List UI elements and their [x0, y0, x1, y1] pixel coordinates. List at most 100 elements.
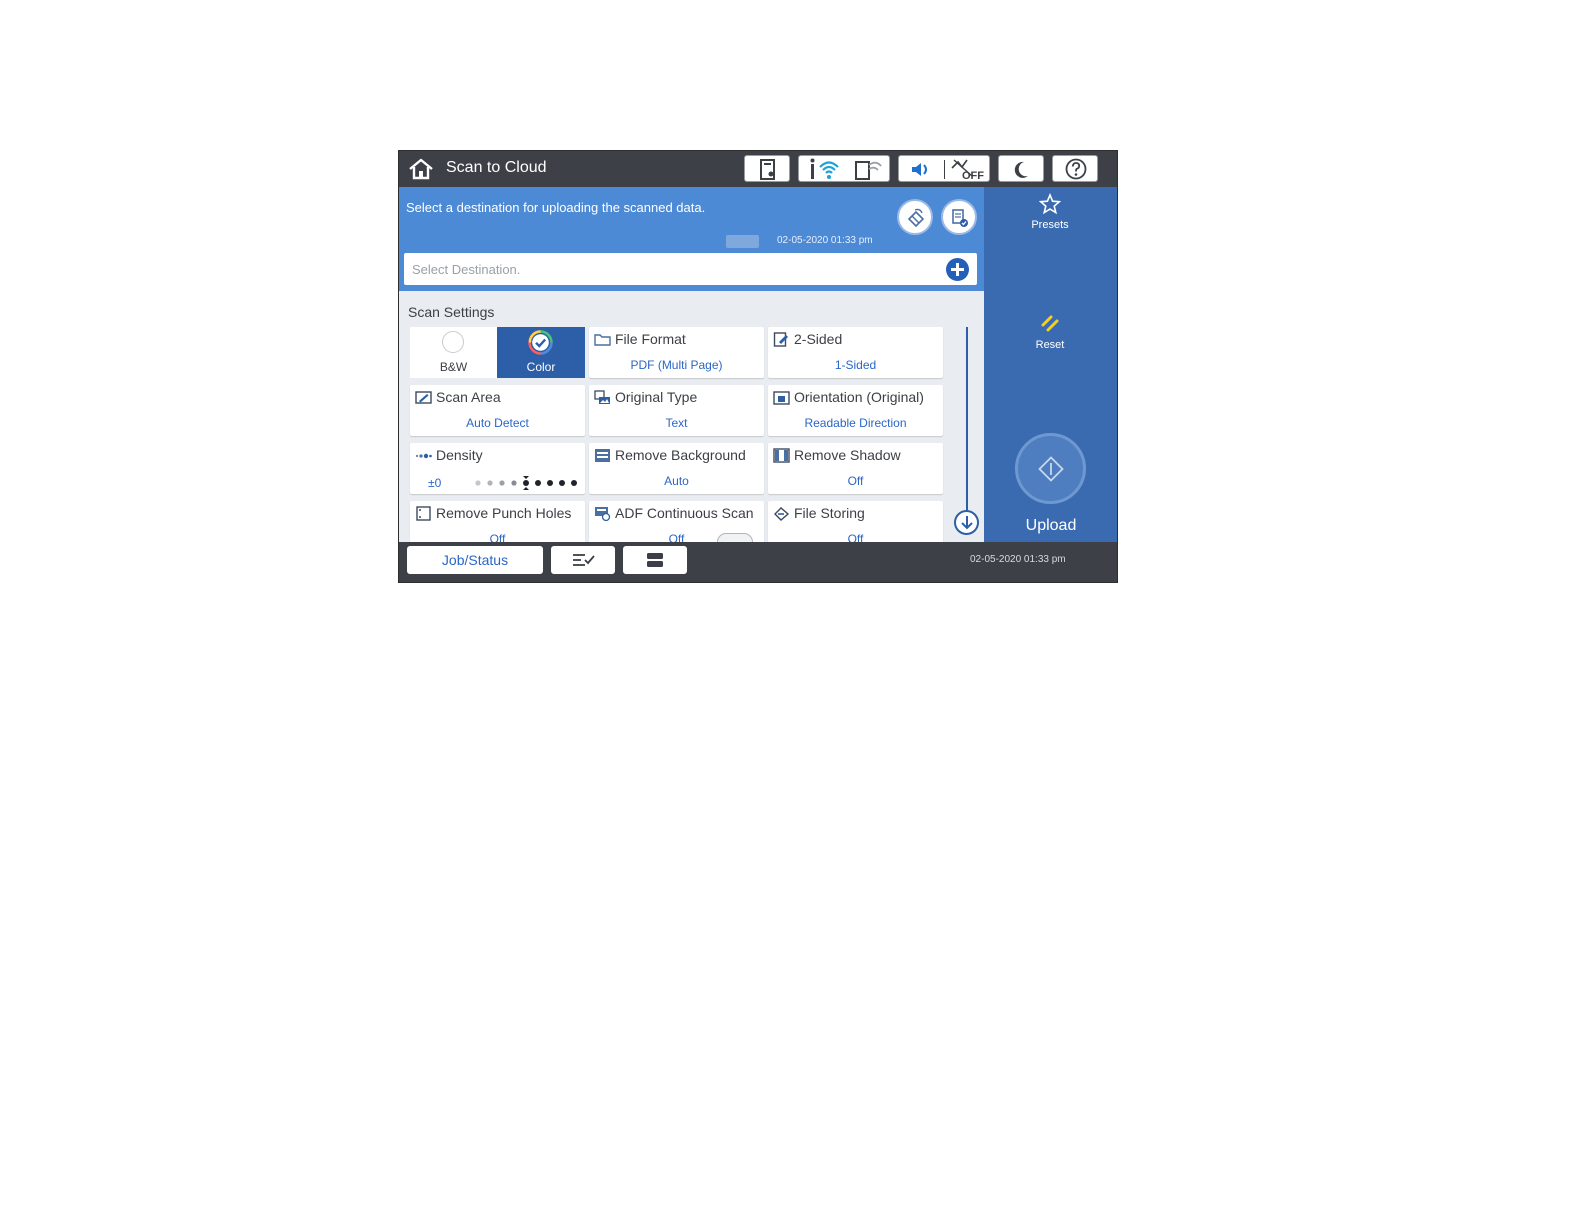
scan-settings-panel: Scan Settings B&W Color File Format PDF …	[399, 291, 984, 542]
punch-holes-icon	[416, 506, 431, 521]
tile-label: Orientation (Original)	[794, 389, 924, 405]
reset-button[interactable]: Reset	[1014, 311, 1086, 355]
orientation-tile[interactable]: Orientation (Original) Readable Directio…	[768, 385, 943, 436]
scroll-down-button[interactable]	[954, 510, 979, 535]
tile-value: PDF (Multi Page)	[630, 358, 723, 372]
density-dot	[571, 480, 577, 486]
star-icon	[1039, 193, 1061, 215]
cloud-scan-icon	[907, 208, 925, 228]
job-list-icon	[573, 554, 595, 566]
tile-value: Auto Detect	[466, 416, 529, 430]
color-option[interactable]: Color	[497, 327, 585, 378]
scrollbar[interactable]	[966, 327, 968, 515]
density-icon	[415, 453, 432, 459]
original-type-icon	[594, 390, 610, 404]
remove-background-tile[interactable]: Remove Background Auto	[589, 443, 764, 494]
header-datetime: 02-05-2020 01:33 pm	[777, 235, 873, 246]
job-list-button[interactable]	[551, 546, 615, 574]
density-dot	[559, 480, 565, 486]
sleep-button[interactable]	[998, 155, 1044, 182]
top-bar: Scan to Cloud OFF	[399, 151, 1117, 187]
destination-placeholder: Select Destination.	[412, 262, 521, 277]
density-dot	[487, 480, 493, 486]
radio-icon	[442, 331, 464, 353]
remove-shadow-tile[interactable]: Remove Shadow Off	[768, 443, 943, 494]
help-button[interactable]	[1052, 155, 1098, 182]
presets-button[interactable]: Presets	[1014, 191, 1086, 235]
remove-background-icon	[595, 449, 610, 462]
svg-text:OFF: OFF	[962, 170, 984, 181]
two-sided-tile[interactable]: 2-Sided 1-Sided	[768, 327, 943, 378]
adf-toggle-switch[interactable]	[717, 533, 753, 542]
sound-quiet-button[interactable]: OFF	[898, 155, 990, 182]
sound-icon	[912, 163, 927, 176]
document-history-button[interactable]	[941, 199, 977, 235]
density-dot	[475, 480, 481, 486]
tile-label: Remove Background	[615, 447, 746, 463]
adf-icon	[595, 507, 611, 521]
quiet-mode-off-icon: OFF	[951, 159, 984, 181]
printer-screen: Scan to Cloud OFF Select a destination f…	[398, 150, 1118, 583]
tile-label: File Storing	[794, 505, 865, 521]
home-button[interactable]	[407, 157, 435, 181]
action-panel: Presets Reset Upload	[984, 187, 1117, 542]
remove-punch-holes-tile[interactable]: Remove Punch Holes Off	[410, 501, 585, 542]
destination-field[interactable]: Select Destination.	[404, 253, 977, 285]
tile-label: Scan Area	[436, 389, 501, 405]
instruction-text: Select a destination for uploading the s…	[406, 200, 706, 215]
tile-label: Remove Shadow	[794, 447, 901, 463]
file-format-tile[interactable]: File Format PDF (Multi Page)	[589, 327, 764, 378]
tile-label: Original Type	[615, 389, 698, 405]
file-storing-icon	[774, 507, 790, 521]
sleep-icon	[1014, 161, 1028, 178]
network-status-button[interactable]	[798, 155, 890, 182]
two-sided-icon	[773, 332, 788, 347]
file-storing-tile[interactable]: File Storing Off	[768, 501, 943, 542]
start-diamond-icon	[1038, 456, 1064, 482]
density-dot	[499, 480, 505, 486]
job-status-button[interactable]: Job/Status	[407, 546, 543, 574]
original-type-tile[interactable]: Original Type Text	[589, 385, 764, 436]
printer-status-icon	[760, 159, 775, 180]
presets-label: Presets	[1031, 219, 1069, 231]
add-destination-button[interactable]	[946, 258, 969, 281]
tile-value: Off	[847, 474, 864, 488]
tile-value: Off	[847, 532, 864, 542]
upload-button[interactable]: Upload	[999, 427, 1103, 539]
status-badge	[726, 235, 759, 248]
printer-status-button[interactable]	[744, 155, 790, 182]
stop-printer-icon	[647, 553, 663, 567]
density-dot	[535, 480, 541, 486]
bw-option[interactable]: B&W	[410, 327, 497, 378]
color-check-icon	[528, 330, 553, 355]
density-value: ±0	[428, 476, 442, 490]
tile-value: Text	[665, 416, 688, 430]
bw-label: B&W	[439, 360, 468, 374]
help-icon	[1065, 158, 1087, 180]
stop-button[interactable]	[623, 546, 687, 574]
bottom-datetime: 02-05-2020 01:33 pm	[970, 554, 1066, 565]
start-button-circle	[1015, 433, 1086, 504]
color-mode-selector: B&W Color	[410, 327, 585, 378]
tile-value: 1-Sided	[834, 358, 877, 372]
destination-header: Select a destination for uploading the s…	[399, 187, 984, 291]
adf-continuous-scan-tile[interactable]: ADF Continuous Scan Off	[589, 501, 764, 542]
scan-area-tile[interactable]: Scan Area Auto Detect	[410, 385, 585, 436]
density-dot	[547, 480, 553, 486]
scanner-destination-button[interactable]	[897, 199, 933, 235]
document-check-icon	[952, 209, 968, 227]
density-scale	[475, 476, 577, 490]
reset-icon	[1041, 315, 1059, 332]
bottom-bar: Job/Status 02-05-2020 01:33 pm	[399, 542, 1117, 582]
arrow-down-icon	[961, 516, 973, 530]
folder-icon	[594, 334, 611, 346]
wifi-direct-icon	[855, 161, 882, 180]
scan-area-icon	[415, 391, 432, 404]
tile-value: Readable Direction	[804, 416, 907, 430]
tile-value: Auto	[664, 474, 689, 488]
tile-value: Off	[489, 532, 506, 542]
density-dot	[511, 480, 517, 486]
settings-title: Scan Settings	[408, 304, 495, 320]
tile-label: Density	[436, 447, 483, 463]
density-tile[interactable]: Density ±0	[410, 443, 585, 494]
